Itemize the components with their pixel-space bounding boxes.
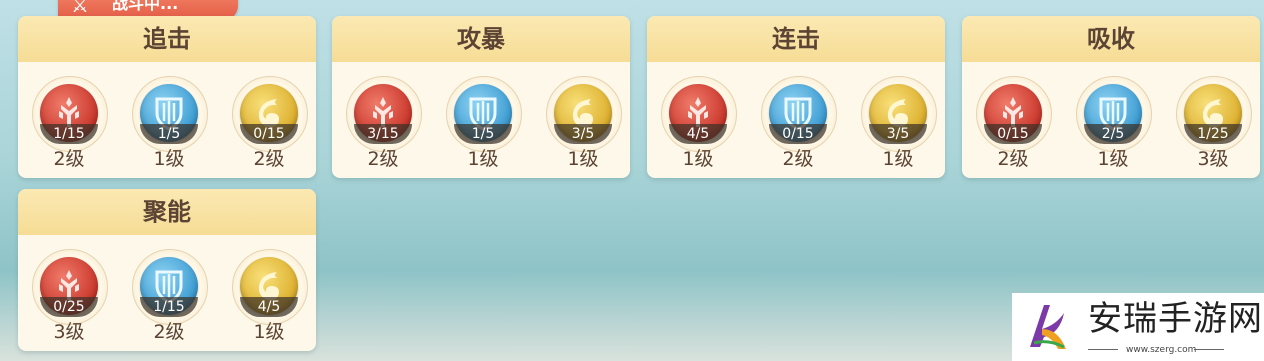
skill-level: 1级 bbox=[153, 148, 185, 170]
skill-level: 2级 bbox=[53, 148, 85, 170]
skill-progress: 1/25 bbox=[1197, 126, 1229, 142]
skill-slot[interactable]: 1/15 2级 bbox=[130, 243, 210, 351]
skill-slot[interactable]: 3/5 1级 bbox=[859, 70, 939, 178]
skill-slot[interactable]: 0/15 2级 bbox=[759, 70, 839, 178]
skill-card-title: 追击 bbox=[18, 16, 316, 62]
skill-progress: 1/5 bbox=[157, 126, 181, 142]
skill-progress: 3/15 bbox=[367, 126, 399, 142]
skill-card: 连击 4/5 1级 0/15 2级 3/5 1级 bbox=[647, 16, 945, 178]
skill-level: 3级 bbox=[53, 321, 85, 343]
crossed-swords-icon: ⚔ bbox=[71, 0, 89, 17]
skill-progress: 4/5 bbox=[257, 299, 281, 315]
skill-level: 2级 bbox=[153, 321, 185, 343]
skill-slot[interactable]: 1/5 1级 bbox=[130, 70, 210, 178]
skill-progress: 0/15 bbox=[782, 126, 814, 142]
skill-level: 2级 bbox=[782, 148, 814, 170]
skill-card-title: 连击 bbox=[647, 16, 945, 62]
skill-slot[interactable]: 2/5 1级 bbox=[1074, 70, 1154, 178]
site-logo-icon bbox=[1030, 305, 1066, 349]
watermark-divider-right bbox=[1194, 349, 1224, 350]
skill-progress: 1/5 bbox=[471, 126, 495, 142]
skill-level: 1级 bbox=[467, 148, 499, 170]
skill-slot[interactable]: 0/15 2级 bbox=[974, 70, 1054, 178]
skill-slot[interactable]: 1/5 1级 bbox=[444, 70, 524, 178]
skill-level: 2级 bbox=[997, 148, 1029, 170]
skill-progress: 0/25 bbox=[53, 299, 85, 315]
skill-progress: 3/5 bbox=[886, 126, 910, 142]
skill-card: 攻暴 3/15 2级 1/5 1级 3/5 1级 bbox=[332, 16, 630, 178]
skill-progress: 0/15 bbox=[253, 126, 285, 142]
skill-slot[interactable]: 3/15 2级 bbox=[344, 70, 424, 178]
skill-card-title: 聚能 bbox=[18, 189, 316, 235]
skill-slot[interactable]: 1/25 3级 bbox=[1174, 70, 1254, 178]
skill-progress: 2/5 bbox=[1101, 126, 1125, 142]
skill-slot[interactable]: 0/25 3级 bbox=[30, 243, 110, 351]
skill-slot[interactable]: 0/15 2级 bbox=[230, 70, 310, 178]
skill-level: 3级 bbox=[1197, 148, 1229, 170]
skill-progress: 3/5 bbox=[571, 126, 595, 142]
watermark-logo: 安瑞手游网 www.szerg.com bbox=[1012, 293, 1264, 361]
skill-progress: 1/15 bbox=[153, 299, 185, 315]
skill-slot[interactable]: 4/5 1级 bbox=[659, 70, 739, 178]
skill-slot[interactable]: 1/15 2级 bbox=[30, 70, 110, 178]
skill-level: 1级 bbox=[1097, 148, 1129, 170]
skill-progress: 1/15 bbox=[53, 126, 85, 142]
battle-status-text: 战斗中... bbox=[112, 0, 179, 13]
skill-progress: 0/15 bbox=[997, 126, 1029, 142]
skill-level: 1级 bbox=[682, 148, 714, 170]
watermark-name: 安瑞手游网 bbox=[1088, 299, 1263, 339]
skill-level: 2级 bbox=[367, 148, 399, 170]
skill-level: 2级 bbox=[253, 148, 285, 170]
watermark-url: www.szerg.com bbox=[1126, 345, 1197, 355]
skill-level: 1级 bbox=[567, 148, 599, 170]
skill-card: 追击 1/15 2级 1/5 1级 0/15 2级 bbox=[18, 16, 316, 178]
skill-slot[interactable]: 3/5 1级 bbox=[544, 70, 624, 178]
skill-level: 1级 bbox=[253, 321, 285, 343]
skill-card-title: 吸收 bbox=[962, 16, 1260, 62]
skill-card: 吸收 0/15 2级 2/5 1级 1/25 3级 bbox=[962, 16, 1260, 178]
skill-card: 聚能 0/25 3级 1/15 2级 4/5 1级 bbox=[18, 189, 316, 351]
skill-progress: 4/5 bbox=[686, 126, 710, 142]
skill-slot[interactable]: 4/5 1级 bbox=[230, 243, 310, 351]
skill-card-title: 攻暴 bbox=[332, 16, 630, 62]
watermark-divider-left bbox=[1088, 349, 1118, 350]
skill-level: 1级 bbox=[882, 148, 914, 170]
